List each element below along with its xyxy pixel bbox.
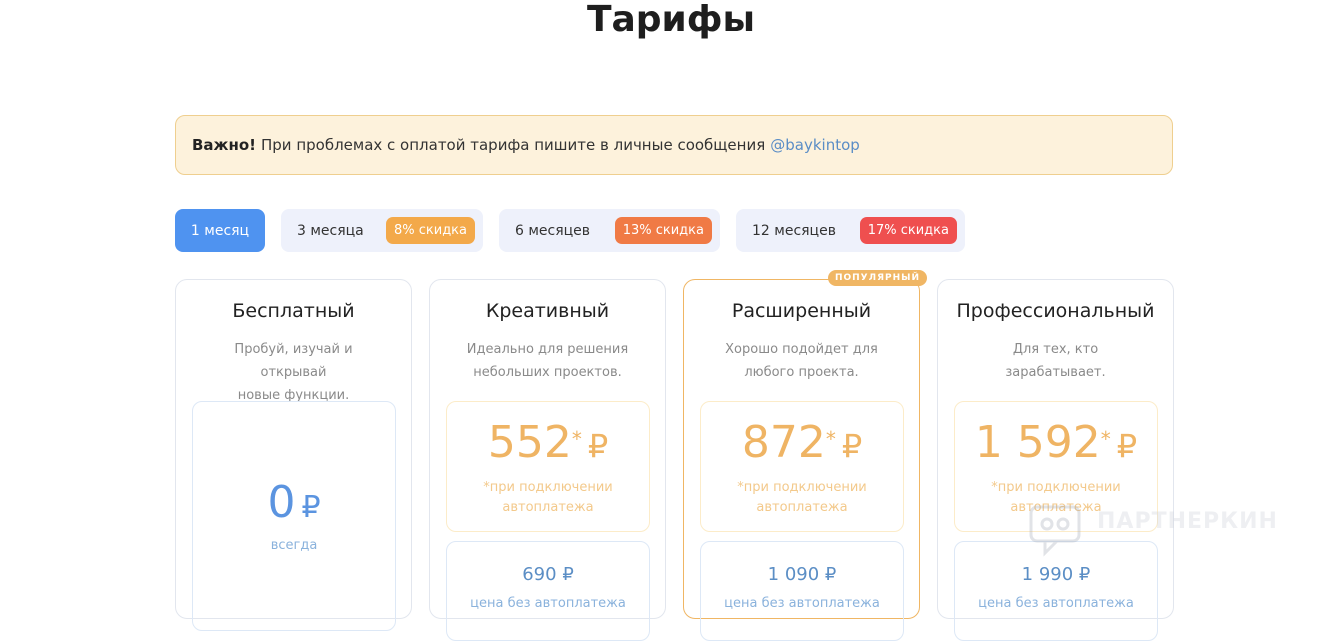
page-title: Тарифы xyxy=(586,0,756,40)
plan-name: Бесплатный xyxy=(232,300,355,322)
period-tab-3-months[interactable]: 3 месяца 8% скидка xyxy=(281,209,483,252)
plan-price: 0 ₽ xyxy=(267,477,321,528)
standard-price: 690 ₽ xyxy=(522,564,574,585)
plan-name: Профессиональный xyxy=(956,300,1155,322)
plan-name: Креативный xyxy=(485,300,610,322)
standard-price: 1 990 ₽ xyxy=(1021,564,1091,585)
autopay-price-box: 552* ₽ *при подключении автоплатежа xyxy=(446,401,650,532)
period-label: 6 месяцев xyxy=(515,222,591,239)
period-tab-12-months[interactable]: 12 месяцев 17% скидка xyxy=(736,209,965,252)
price-note: всегда xyxy=(270,538,318,553)
plan-description: Хорошо подойдет для любого проекта. xyxy=(725,342,878,380)
plan-card-extended[interactable]: ПОПУЛЯРНЫЙ Расширенный Хорошо подойдет д… xyxy=(683,270,927,641)
standard-price-label: цена без автоплатежа xyxy=(724,596,880,611)
standard-price-label: цена без автоплатежа xyxy=(470,596,626,611)
autopay-note: *при подключении автоплатежа xyxy=(483,480,613,515)
period-label: 1 месяц xyxy=(190,222,250,239)
standard-price-box: 1 090 ₽ цена без автоплатежа xyxy=(700,541,904,641)
period-tab-1-month[interactable]: 1 месяц xyxy=(175,209,265,252)
standard-price-box: 690 ₽ цена без автоплатежа xyxy=(446,541,650,641)
plan-description: Идеально для решения небольших проектов. xyxy=(466,342,629,380)
autopay-price-box: 872* ₽ *при подключении автоплатежа xyxy=(700,401,904,532)
notice-bold: Важно! xyxy=(192,136,256,154)
plan-price: 872* ₽ xyxy=(741,417,863,468)
plan-card-free[interactable]: Бесплатный Пробуй, изучай и открывай новы… xyxy=(175,279,412,631)
plan-price: 552* ₽ xyxy=(487,417,609,468)
chat-bubble-icon xyxy=(1029,505,1081,557)
plan-price: 1 592* ₽ xyxy=(974,417,1138,468)
plan-card-creative[interactable]: Креативный Идеально для решения небольших… xyxy=(429,279,666,641)
plan-description: Для тех, кто зарабатывает. xyxy=(1005,342,1106,380)
watermark: ПАРТНЕРКИН xyxy=(1027,497,1327,557)
period-label: 12 месяцев xyxy=(752,222,836,239)
watermark-text: ПАРТНЕРКИН xyxy=(1097,509,1278,534)
period-label: 3 месяца xyxy=(297,222,364,239)
discount-badge: 17% скидка xyxy=(859,217,957,244)
standard-price: 1 090 ₽ xyxy=(767,564,837,585)
popular-badge: ПОПУЛЯРНЫЙ xyxy=(827,270,927,286)
discount-badge: 8% скидка xyxy=(385,217,475,244)
important-notice: Важно! При проблемах с оплатой тарифа пи… xyxy=(175,115,1173,175)
notice-contact-link[interactable]: @baykintop xyxy=(770,136,860,154)
standard-price-label: цена без автоплатежа xyxy=(978,596,1134,611)
notice-text: При проблемах с оплатой тарифа пишите в … xyxy=(261,136,766,154)
period-tab-6-months[interactable]: 6 месяцев 13% скидка xyxy=(499,209,720,252)
plan-name: Расширенный xyxy=(731,300,872,322)
autopay-note: *при подключении автоплатежа xyxy=(737,480,867,515)
free-price-box: 0 ₽ всегда xyxy=(192,401,396,631)
discount-badge: 13% скидка xyxy=(614,217,712,244)
plan-card-professional[interactable]: Профессиональный Для тех, кто зарабатывае… xyxy=(937,279,1174,641)
plan-description: Пробуй, изучай и открывай новые функции. xyxy=(234,342,353,403)
